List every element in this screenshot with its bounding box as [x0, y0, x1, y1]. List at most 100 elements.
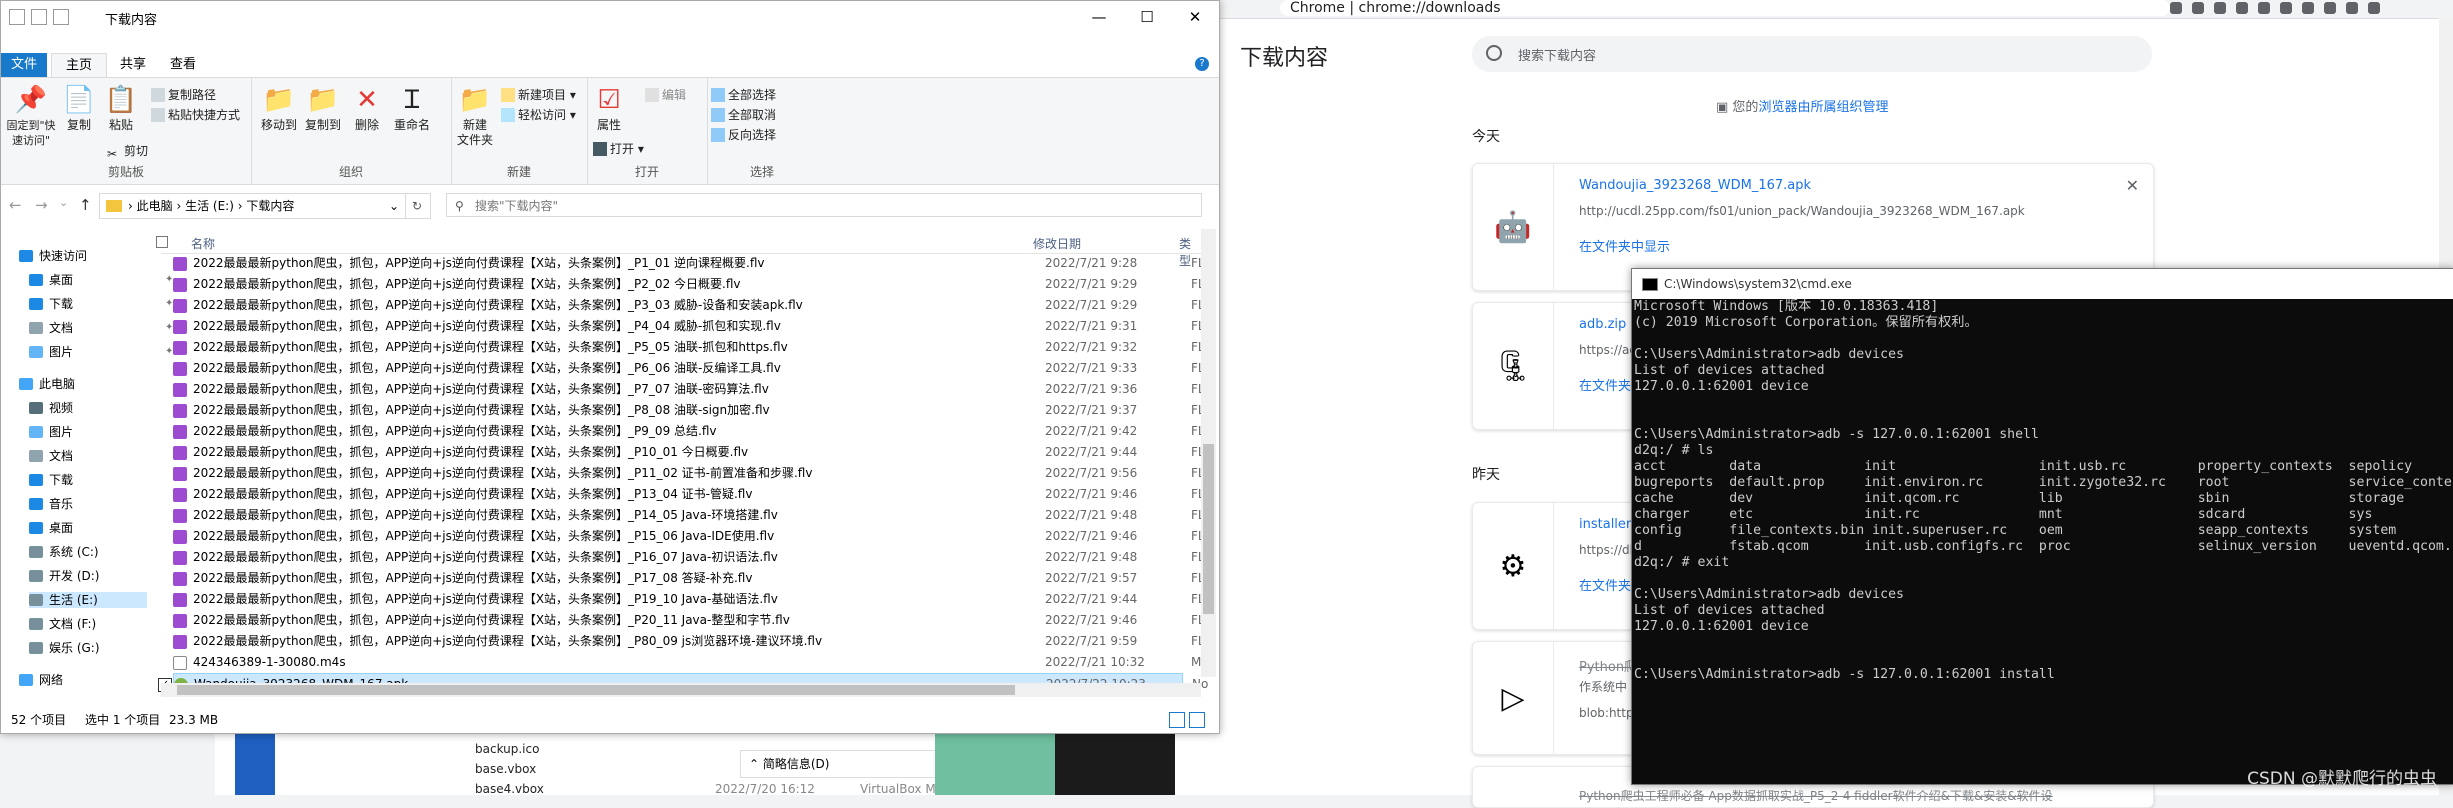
copy-path-button[interactable]: 复制路径: [151, 86, 216, 103]
extension-icon[interactable]: [2258, 2, 2270, 14]
breadcrumb-item[interactable]: 此电脑: [137, 199, 173, 213]
delete-button[interactable]: ✕ 删除: [349, 84, 385, 133]
nav-item[interactable]: 系统 (C:): [29, 544, 147, 560]
column-name[interactable]: 名称: [191, 235, 215, 252]
breadcrumb-item[interactable]: 生活 (E:): [185, 199, 234, 213]
nav-item[interactable]: 视频: [29, 400, 147, 416]
new-folder-icon[interactable]: [53, 9, 69, 25]
file-row[interactable]: 2022最最最新python爬虫，抓包，APP逆向+js逆向付费课程【X站，头条…: [173, 358, 1211, 379]
show-in-folder-link[interactable]: 在文件夹中显示: [1579, 236, 1670, 255]
file-row[interactable]: 2022最最最新python爬虫，抓包，APP逆向+js逆向付费课程【X站，头条…: [173, 400, 1211, 421]
chevron-down-icon[interactable]: ⌄: [389, 194, 399, 218]
refresh-button[interactable]: ↻: [404, 193, 431, 219]
chevron-down-icon[interactable]: ⌄: [59, 196, 68, 209]
console-output[interactable]: Microsoft Windows [版本 10.0.18363.418] (c…: [1634, 299, 2452, 683]
details-toggle[interactable]: ⌃ 简略信息(D): [740, 750, 960, 778]
download-url[interactable]: https://dl: [1579, 543, 1633, 557]
up-arrow-icon[interactable]: ↑: [79, 196, 92, 214]
download-name[interactable]: installer: [1579, 517, 1631, 532]
pin-button[interactable]: 📌 固定到"快速访问": [5, 84, 57, 148]
tab-home[interactable]: 主页: [51, 53, 107, 78]
cut-button[interactable]: ✂ 剪切: [107, 142, 148, 161]
file-row[interactable]: 2022最最最新python爬虫，抓包，APP逆向+js逆向付费课程【X站，头条…: [173, 505, 1211, 526]
file-row[interactable]: 2022最最最新python爬虫，抓包，APP逆向+js逆向付费课程【X站，头条…: [173, 589, 1211, 610]
paste-button[interactable]: 📋 粘贴: [101, 84, 141, 133]
extension-icon[interactable]: [2236, 2, 2248, 14]
scroll-thumb[interactable]: [1203, 444, 1214, 614]
select-all-checkbox[interactable]: [156, 236, 168, 248]
open-button[interactable]: 打开 ▾: [593, 140, 644, 157]
properties-button[interactable]: ☑ 属性: [591, 84, 627, 133]
file-row[interactable]: 2022最最最新python爬虫，抓包，APP逆向+js逆向付费课程【X站，头条…: [173, 442, 1211, 463]
file-row[interactable]: 2022最最最新python爬虫，抓包，APP逆向+js逆向付费课程【X站，头条…: [173, 316, 1211, 337]
nav-item[interactable]: 图片: [29, 424, 147, 440]
extension-icon[interactable]: [2324, 2, 2336, 14]
file-row[interactable]: 2022最最最新python爬虫，抓包，APP逆向+js逆向付费课程【X站，头条…: [173, 610, 1211, 631]
folder-icon[interactable]: [9, 9, 25, 25]
nav-item[interactable]: 音乐: [29, 496, 147, 512]
nav-item[interactable]: 图片 ✦: [29, 344, 173, 360]
nav-item[interactable]: 下载: [29, 472, 147, 488]
file-row[interactable]: 2022最最最新python爬虫，抓包，APP逆向+js逆向付费课程【X站，头条…: [173, 568, 1211, 589]
edit-button[interactable]: 编辑: [645, 86, 686, 103]
minimize-button[interactable]: —: [1075, 1, 1123, 33]
nav-item[interactable]: 文档: [29, 448, 147, 464]
extension-icon[interactable]: [2346, 2, 2358, 14]
move-to-button[interactable]: 📁 移动到: [259, 84, 299, 133]
large-icons-view-icon[interactable]: [1189, 712, 1205, 728]
nav-item[interactable]: 此电脑: [19, 376, 147, 392]
nav-item[interactable]: 网络: [19, 672, 147, 688]
download-url[interactable]: http://ucdl.25pp.com/fs01/union_pack/Wan…: [1579, 204, 2025, 218]
file-row[interactable]: 2022最最最新python爬虫，抓包，APP逆向+js逆向付费课程【X站，头条…: [173, 526, 1211, 547]
back-arrow-icon[interactable]: ←: [9, 196, 22, 214]
vertical-scrollbar[interactable]: [1201, 229, 1216, 677]
breadcrumb[interactable]: › 此电脑 › 生活 (E:) › 下载内容 ⌄: [99, 193, 406, 219]
tab-share[interactable]: 共享: [113, 53, 153, 77]
file-row[interactable]: 2022最最最新python爬虫，抓包，APP逆向+js逆向付费课程【X站，头条…: [173, 379, 1211, 400]
close-icon[interactable]: ✕: [2126, 176, 2139, 195]
nav-item[interactable]: 桌面: [29, 520, 147, 536]
breadcrumb-item[interactable]: 下载内容: [246, 199, 294, 213]
nav-item[interactable]: 娱乐 (G:): [29, 640, 147, 656]
show-in-folder-link[interactable]: 在文件夹: [1579, 375, 1631, 394]
download-url[interactable]: https://ad: [1579, 343, 1637, 357]
file-row[interactable]: 2022最最最新python爬虫，抓包，APP逆向+js逆向付费课程【X站，头条…: [173, 253, 1211, 274]
select-all-button[interactable]: 全部选择: [711, 86, 776, 103]
nav-item[interactable]: 桌面 ✦: [29, 272, 173, 288]
extension-icon[interactable]: [2302, 2, 2314, 14]
new-folder-button[interactable]: 📁 新建 文件夹: [455, 84, 495, 148]
horizontal-scrollbar[interactable]: [161, 683, 1201, 697]
close-button[interactable]: ✕: [1171, 1, 1219, 33]
easy-access-button[interactable]: 轻松访问 ▾: [501, 106, 576, 123]
tab-view[interactable]: 查看: [163, 53, 203, 77]
show-in-folder-link[interactable]: 在文件夹: [1579, 575, 1631, 594]
copy-button[interactable]: 📄 复制: [61, 84, 97, 133]
download-name[interactable]: Python爬虫工程师必备 App数据抓取实战_P5_2-4 fiddler软件…: [1579, 787, 2053, 804]
download-name[interactable]: Python爬: [1579, 656, 1637, 675]
file-row[interactable]: base4.vbox: [475, 782, 544, 796]
extension-icon[interactable]: [2368, 2, 2380, 14]
invert-selection-button[interactable]: 反向选择: [711, 126, 776, 143]
file-row[interactable]: 2022最最最新python爬虫，抓包，APP逆向+js逆向付费课程【X站，头条…: [173, 631, 1211, 652]
download-name[interactable]: Wandoujia_3923268_WDM_167.apk: [1579, 178, 1811, 193]
copy-to-button[interactable]: 📁 复制到: [303, 84, 343, 133]
extension-icon[interactable]: [2214, 2, 2226, 14]
extension-icon[interactable]: [2192, 2, 2204, 14]
details-view-icon[interactable]: [1169, 712, 1185, 728]
folder-search-input[interactable]: 搜索"下载内容": [446, 193, 1202, 218]
forward-arrow-icon[interactable]: →: [35, 196, 48, 214]
file-row[interactable]: 2022最最最新python爬虫，抓包，APP逆向+js逆向付费课程【X站，头条…: [173, 463, 1211, 484]
select-none-button[interactable]: 全部取消: [711, 106, 776, 123]
downloads-search[interactable]: 搜索下载内容: [1472, 36, 2152, 72]
file-row[interactable]: 2022最最最新python爬虫，抓包，APP逆向+js逆向付费课程【X站，头条…: [173, 421, 1211, 442]
file-row[interactable]: 2022最最最新python爬虫，抓包，APP逆向+js逆向付费课程【X站，头条…: [173, 295, 1211, 316]
properties-icon[interactable]: [31, 9, 47, 25]
tab-file[interactable]: 文件: [1, 53, 47, 77]
extension-icon[interactable]: [2170, 2, 2182, 14]
new-item-button[interactable]: 新建项目 ▾: [501, 86, 576, 103]
nav-item[interactable]: 文档 (F:): [29, 616, 147, 632]
nav-item[interactable]: 生活 (E:): [29, 592, 147, 608]
column-date[interactable]: 修改日期: [1033, 235, 1081, 252]
file-row[interactable]: 2022最最最新python爬虫，抓包，APP逆向+js逆向付费课程【X站，头条…: [173, 484, 1211, 505]
extension-icon[interactable]: [2280, 2, 2292, 14]
